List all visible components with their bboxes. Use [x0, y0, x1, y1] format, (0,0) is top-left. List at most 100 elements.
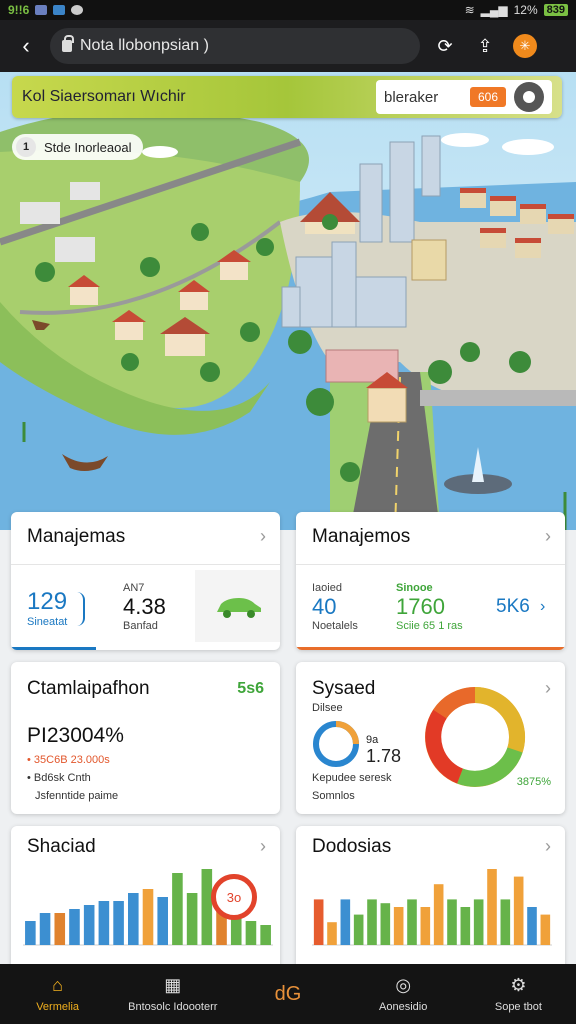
chart-bar — [113, 901, 124, 945]
card-manajemas[interactable]: Manajemas › 129 Sineatat AN7 4.38 Banfad — [11, 512, 280, 650]
nav-item-compass[interactable]: ◎ Aonesidio — [346, 964, 461, 1024]
metric-value: 1760 — [396, 594, 445, 619]
chart-bar — [25, 921, 36, 945]
metric-value: 129 — [27, 588, 68, 615]
nav-label: Bntosolc Idoooterr — [128, 1001, 218, 1013]
chart-bar — [380, 903, 391, 945]
carrier-text: 9!!6 — [8, 3, 30, 17]
chart-bar — [447, 899, 457, 945]
chart-bar — [142, 889, 154, 945]
compass-icon: ◎ — [395, 975, 412, 995]
card-manajemos[interactable]: Manajemos › Iaoied 40 Noetalels Sinooe 1… — [296, 512, 565, 650]
pin-icon: dG — [274, 983, 302, 1005]
detail-line: • 35C6B 23.000s — [27, 754, 110, 766]
detail-line: Jsfenntide paime — [35, 790, 119, 802]
wifi-icon: ≋ — [464, 3, 475, 17]
chart-bar — [245, 921, 257, 945]
nav-item-settings[interactable]: ⚙ Sope tbot — [461, 964, 576, 1024]
back-arrow-icon[interactable]: ‹ — [12, 33, 40, 59]
card-shaciad[interactable]: Shaciad › 3o — [11, 826, 280, 976]
chart-bar — [407, 899, 417, 945]
gauge-arc-icon — [77, 592, 85, 626]
banner-box-label: bleraker — [384, 88, 439, 106]
note-text: Kepudee seresk — [312, 772, 392, 784]
card-title: Sysaed — [312, 678, 376, 699]
gallery-icon — [35, 5, 48, 15]
metric-value: 4.38 — [123, 594, 166, 619]
chart-bar — [393, 907, 404, 945]
metric-top-label: Iaoied — [312, 582, 342, 594]
chevron-right-icon[interactable]: › — [545, 678, 551, 699]
chart-bar — [172, 873, 183, 945]
chart-bar — [128, 893, 139, 945]
nav-item-center[interactable]: dG — [230, 964, 345, 1024]
detail-line: • Bd6sk Cnth — [27, 772, 91, 784]
chart-bar — [260, 925, 271, 945]
banner-orange-button[interactable]: 606 — [469, 87, 506, 107]
home-icon: ⌂ — [52, 975, 64, 995]
chart-bar — [340, 899, 351, 945]
card-dodosias[interactable]: Dodosias › — [296, 826, 565, 976]
ring-value: 1.78 — [366, 746, 402, 766]
location-pill[interactable]: 1 Stde Inorleaoal — [12, 134, 144, 160]
chart-bar — [353, 914, 364, 945]
nav-item-home[interactable]: ⌂ Vermelia — [0, 964, 115, 1024]
metric-sublabel: Sineatat — [27, 616, 68, 628]
nav-label: Sope tbot — [494, 1001, 542, 1013]
location-pill-icon: 1 — [16, 137, 36, 157]
settings-icon: ⚙ — [510, 975, 527, 995]
chevron-right-icon[interactable]: › — [260, 526, 266, 547]
chart-bar — [487, 869, 497, 945]
banner-action-box[interactable]: bleraker 606 — [376, 80, 552, 114]
ring-label: 9a — [366, 734, 379, 746]
chart-bar — [98, 901, 110, 945]
browser-bar: ‹ Nota llobonpsian ) ⟳ ⇪ ✳ — [0, 20, 576, 72]
bottom-navigation: ⌂ Vermelia ▦ Bntosolc Idoooterr dG ◎ Aon… — [0, 964, 576, 1024]
nav-item-calendar[interactable]: ▦ Bntosolc Idoooterr — [115, 964, 230, 1024]
chart-bar — [473, 899, 484, 945]
battery-icon: 839 — [543, 4, 568, 16]
chevron-right-icon[interactable]: › — [540, 598, 545, 616]
chart-bar — [540, 914, 551, 945]
signal-icon: ▂▄▆ — [480, 3, 508, 17]
banner-title: Kol Siaersomarı Wıchir — [22, 88, 186, 105]
note-text: Somnlos — [312, 790, 355, 802]
chart-bar — [201, 869, 213, 945]
card-sysaed[interactable]: Sysaed › Dilsee 9a 1.78 Kepudee seresk S… — [296, 662, 565, 814]
chevron-right-icon[interactable]: › — [260, 836, 266, 857]
site-banner: Kol Siaersomarı Wıchir bleraker 606 — [12, 76, 562, 118]
card-ctamlaipafhon[interactable]: Ctamlaipafhon 5s6 PI23004% • 35C6B 23.00… — [11, 662, 280, 814]
chart-bar — [460, 907, 471, 945]
location-pill-text: Stde Inorleaoal — [44, 139, 132, 155]
card-title: Manajemos — [312, 526, 411, 547]
metric-value: 5K6 — [496, 596, 530, 617]
chart-bar — [513, 876, 524, 945]
extension-icon[interactable]: ✳ — [510, 31, 540, 61]
blue-ring-icon — [313, 721, 359, 767]
chevron-right-icon[interactable]: › — [545, 526, 551, 547]
chevron-right-icon[interactable]: › — [545, 836, 551, 857]
share-icon[interactable]: ⇪ — [470, 31, 500, 61]
status-bar: 9!!6 ≋ ▂▄▆ 12% 839 — [0, 0, 576, 20]
reload-icon[interactable]: ⟳ — [430, 31, 460, 61]
metric-sublabel: Noetalels — [312, 620, 358, 632]
car-icon — [217, 598, 261, 618]
card-title: Manajemas — [27, 526, 126, 547]
nav-label: Aonesidio — [379, 1001, 428, 1013]
lock-icon — [62, 35, 74, 52]
chart-bar — [54, 913, 66, 945]
metric-top-label: Sinooe — [396, 582, 433, 594]
chart-bar — [500, 899, 511, 945]
profile-icon[interactable] — [514, 82, 544, 112]
chart-bar — [527, 907, 537, 945]
address-bar[interactable]: Nota llobonpsian ) — [50, 28, 420, 64]
chart-bar — [367, 899, 377, 945]
mail-icon — [53, 5, 66, 15]
chart-bar — [83, 905, 95, 945]
chart-bar — [39, 913, 51, 945]
metric-value: 40 — [312, 594, 337, 619]
bar-chart — [312, 869, 552, 946]
card-subtitle: Dilsee — [312, 702, 343, 714]
highlight-badge: 3o — [211, 874, 257, 920]
chart-bar — [433, 884, 444, 945]
